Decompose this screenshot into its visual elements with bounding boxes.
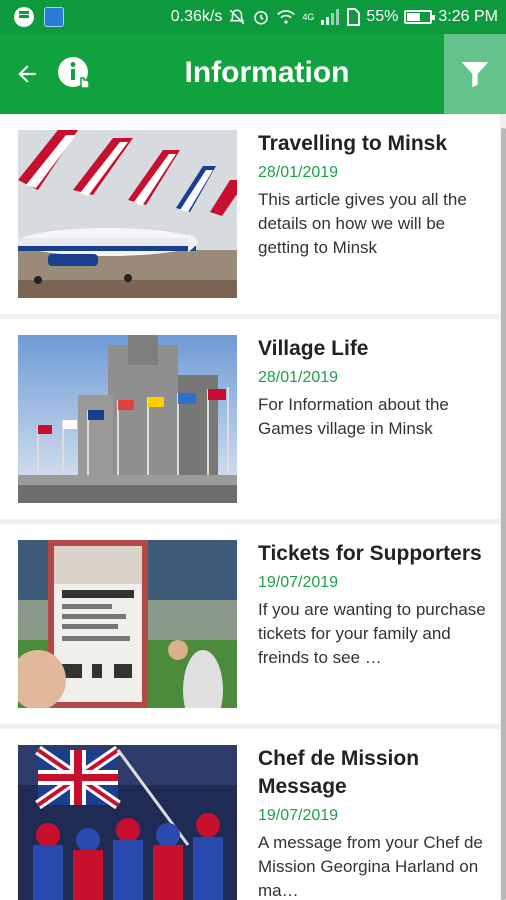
article-title: Village Life <box>258 337 369 360</box>
article-date: 19/07/2019 <box>258 574 339 591</box>
status-bar: 0.36k/s 4G 55% 3:26 PM <box>0 0 506 34</box>
article-title: Travelling to Minsk <box>258 132 448 155</box>
filter-button[interactable] <box>444 34 506 114</box>
article-description: For Information about the Games village … <box>258 395 449 438</box>
article-card[interactable]: Travelling to Minsk 28/01/2019 This arti… <box>0 114 500 314</box>
article-description: A message from your Chef de Mission Geor… <box>258 833 483 900</box>
article-date: 28/01/2019 <box>258 164 339 181</box>
article-date: 28/01/2019 <box>258 369 339 386</box>
clock: 3:26 PM <box>438 8 498 25</box>
sim-icon <box>347 8 361 26</box>
alarm-icon <box>254 11 269 25</box>
article-description: If you are wanting to purchase tickets f… <box>258 600 486 667</box>
british-airways-planes-image <box>18 130 237 298</box>
app-bar: Information <box>0 34 506 114</box>
fenway-park-ticket-image <box>18 540 237 708</box>
scrollbar[interactable] <box>501 128 506 900</box>
article-title: Tickets for Supporters <box>258 542 482 565</box>
mute-icon <box>229 9 245 25</box>
article-title: Chef de Mission Message <box>258 747 420 798</box>
page-title: Information <box>184 56 350 89</box>
battery-icon <box>404 10 436 24</box>
article-card[interactable]: Tickets for Supporters 19/07/2019 If you… <box>0 524 500 724</box>
article-date: 19/07/2019 <box>258 807 339 824</box>
filter-funnel-icon <box>461 62 489 88</box>
network-speed: 0.36k/s <box>170 8 223 25</box>
article-card[interactable]: Village Life 28/01/2019 For Information … <box>0 319 500 519</box>
message-notification-icon <box>14 7 34 27</box>
building-with-flags-image <box>18 335 237 503</box>
team-gb-flag-parade-image <box>18 745 237 900</box>
signal-icon <box>321 9 340 25</box>
article-card[interactable]: Chef de Mission Message 19/07/2019 A mes… <box>0 729 500 900</box>
article-description: This article gives you all the details o… <box>258 190 467 257</box>
network-type: 4G <box>302 12 315 22</box>
battery-percent: 55% <box>366 8 399 25</box>
app-notification-icon <box>44 7 64 27</box>
wifi-icon <box>277 10 296 24</box>
